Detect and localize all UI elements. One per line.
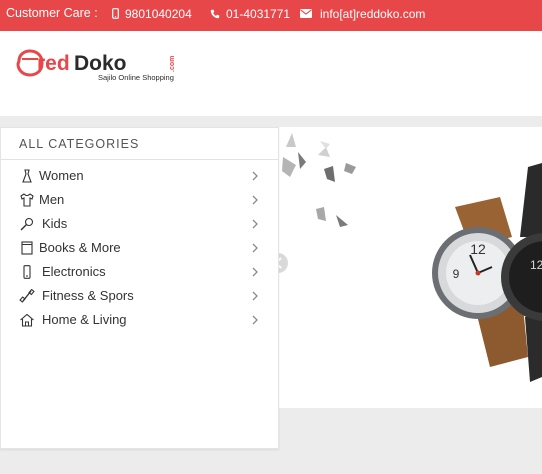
category-label: Men: [39, 192, 65, 207]
phone-icon: [210, 9, 220, 19]
envelope-icon: [300, 9, 312, 18]
landline-phone-number: 01-4031771: [226, 7, 291, 21]
category-label: Kids: [42, 216, 68, 231]
email-link[interactable]: info[at]reddoko.com: [300, 7, 425, 21]
header-gap: [0, 116, 542, 127]
chevron-right-icon: [252, 291, 258, 301]
category-item-women[interactable]: Women: [1, 164, 278, 188]
category-item-electronics[interactable]: Electronics: [1, 260, 278, 284]
chevron-right-icon: [252, 243, 258, 253]
category-list: Women Men Kids Books & More Electronics …: [1, 164, 278, 332]
glass-shards: [282, 133, 356, 227]
category-item-kids[interactable]: Kids: [1, 212, 278, 236]
home-icon: [20, 313, 34, 327]
chevron-right-icon: [252, 171, 258, 181]
mobile-icon: [112, 8, 119, 19]
svg-text:12: 12: [530, 258, 542, 272]
mobile-icon: [23, 265, 31, 279]
category-label: Women: [39, 168, 84, 183]
logo-domain-text: .com: [169, 56, 176, 72]
book-icon: [21, 241, 33, 255]
chevron-right-icon: [252, 267, 258, 277]
category-item-books[interactable]: Books & More: [1, 236, 278, 260]
svg-text:9: 9: [453, 267, 460, 281]
category-label: Electronics: [42, 264, 106, 279]
customer-care-label: Customer Care :: [6, 6, 98, 20]
category-label: Home & Living: [42, 312, 127, 327]
category-item-fitness[interactable]: Fitness & Spors: [1, 284, 278, 308]
category-menu: ALL CATEGORIES Women Men Kids Books & Mo…: [0, 127, 279, 449]
rattle-icon: [20, 217, 34, 231]
chevron-right-icon: [252, 219, 258, 229]
dress-icon: [22, 169, 32, 183]
mobile-phone-number: 9801040204: [125, 7, 192, 21]
site-header: red Doko .com Sajilo Online Shopping: [0, 31, 542, 116]
chevron-right-icon: [252, 315, 258, 325]
logo-tagline: Sajilo Online Shopping: [98, 73, 174, 82]
mobile-phone-link[interactable]: 9801040204: [112, 7, 192, 21]
chevron-right-icon: [252, 195, 258, 205]
logo-red-text: red: [37, 52, 70, 75]
email-address: info[at]reddoko.com: [320, 7, 426, 21]
category-item-home[interactable]: Home & Living: [1, 308, 278, 332]
all-categories-heading: ALL CATEGORIES: [1, 128, 278, 160]
top-contact-bar: Customer Care : 9801040204 01-4031771 in…: [0, 0, 542, 31]
reddoko-logo[interactable]: red Doko .com Sajilo Online Shopping: [16, 49, 182, 83]
dumbbell-icon: [19, 289, 35, 303]
category-item-men[interactable]: Men: [1, 188, 278, 212]
landline-phone-link[interactable]: 01-4031771: [210, 7, 290, 21]
svg-text:12: 12: [470, 241, 486, 257]
logo-dark-text: Doko: [74, 52, 127, 75]
tshirt-icon: [20, 193, 34, 207]
category-label: Books & More: [39, 240, 121, 255]
category-label: Fitness & Spors: [42, 288, 134, 303]
